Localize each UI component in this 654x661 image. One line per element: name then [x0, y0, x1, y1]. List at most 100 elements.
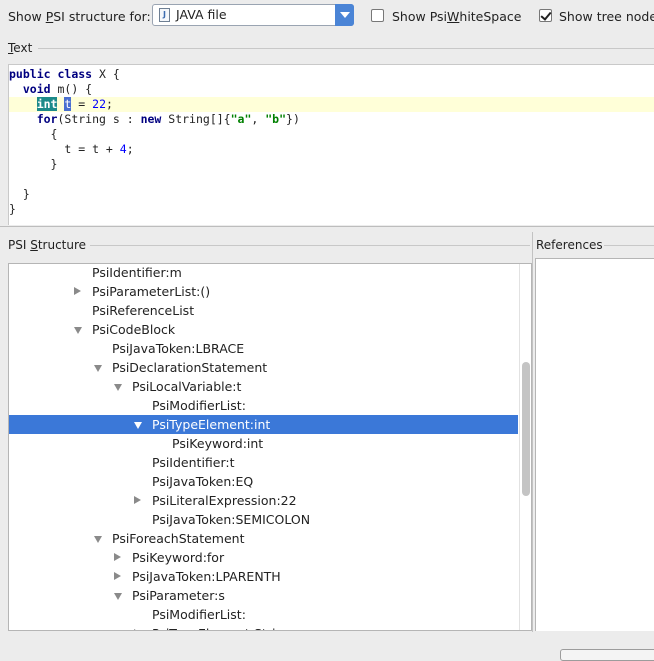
editor-splitter[interactable]: [0, 226, 654, 227]
show-tree-nodes-checkbox[interactable]: [539, 9, 552, 22]
tree-node-label: PsiForeachStatement: [112, 531, 245, 546]
keyword-token: new: [140, 112, 162, 126]
string-token: "a": [230, 112, 252, 126]
file-type-value: JAVA file: [176, 7, 227, 22]
tree-row[interactable]: PsiLocalVariable:t: [9, 377, 518, 396]
code-token: t = t +: [9, 142, 120, 156]
tree-node-label: PsiReferenceList: [92, 303, 195, 318]
tree-row[interactable]: PsiTypeElement:int: [9, 415, 518, 434]
keyword-token: for: [36, 112, 58, 126]
tree-node-label: PsiLocalVariable:t: [132, 379, 242, 394]
code-token: m() {: [50, 82, 93, 96]
tree-row[interactable]: PsiParameterList:(): [9, 282, 518, 301]
references-list[interactable]: [535, 258, 654, 631]
expanded-arrow-icon[interactable]: [114, 384, 122, 391]
code-token: ;: [106, 97, 113, 111]
tree-node-label: PsiCodeBlock: [92, 322, 176, 337]
number-token: 4: [119, 142, 127, 156]
expanded-arrow-icon[interactable]: [94, 365, 102, 372]
tree-node-label: PsiJavaToken:LPARENTH: [132, 569, 281, 584]
dialog-button[interactable]: [560, 649, 654, 661]
expanded-arrow-icon[interactable]: [94, 536, 102, 543]
tree-row[interactable]: PsiModifierList:: [9, 396, 518, 415]
collapsed-arrow-icon[interactable]: [114, 553, 121, 561]
expanded-arrow-icon[interactable]: [134, 422, 142, 429]
tree-node-label: PsiJavaToken:SEMICOLON: [152, 512, 311, 527]
java-file-icon: J: [159, 8, 170, 22]
panel-splitter[interactable]: [532, 232, 533, 632]
tree-node-label: PsiJavaToken:EQ: [152, 474, 254, 489]
code-token: X {: [92, 67, 120, 81]
tree-node-label: PsiLiteralExpression:22: [152, 493, 297, 508]
tree-row[interactable]: PsiCodeBlock: [9, 320, 518, 339]
tree-row[interactable]: PsiLiteralExpression:22: [9, 491, 518, 510]
expanded-arrow-icon[interactable]: [114, 593, 122, 600]
keyword-token: public: [9, 67, 51, 81]
references-label: References: [536, 238, 603, 252]
tree-node-label: PsiKeyword:for: [132, 550, 225, 565]
tree-row[interactable]: PsiReferenceList: [9, 301, 518, 320]
code-line[interactable]: }: [9, 202, 654, 217]
show-whitespace-checkbox[interactable]: [371, 9, 384, 22]
text-section-label: Text: [8, 41, 33, 55]
tree-row[interactable]: PsiParameter:s: [9, 586, 518, 605]
file-type-select[interactable]: J JAVA file: [152, 4, 354, 26]
code-line[interactable]: {: [9, 127, 654, 142]
tree-row[interactable]: PsiIdentifier:t: [9, 453, 518, 472]
tree-node-label: PsiParameterList:(): [92, 284, 211, 299]
code-line[interactable]: void m() {: [9, 82, 654, 97]
code-token: {: [9, 127, 58, 141]
tree-row[interactable]: PsiJavaToken:SEMICOLON: [9, 510, 518, 529]
code-line[interactable]: [9, 172, 654, 187]
code-line[interactable]: int t = 22;: [9, 97, 654, 112]
code-token: String[]{: [161, 112, 231, 126]
tree-node-label: PsiIdentifier:t: [152, 455, 235, 470]
psi-structure-for-label: Show PSI structure for:: [8, 9, 151, 24]
tree-node-label: PsiModifierList:: [152, 398, 246, 413]
code-editor[interactable]: public class X { void m() { int t = 22; …: [8, 64, 654, 225]
collapsed-arrow-icon[interactable]: [134, 629, 141, 630]
code-line[interactable]: for(String s : new String[]{"a", "b"}): [9, 112, 654, 127]
tree-scrollbar-thumb[interactable]: [522, 362, 530, 496]
code-line[interactable]: t = t + 4;: [9, 142, 654, 157]
tree-scrollbar[interactable]: [519, 264, 531, 630]
expanded-arrow-icon[interactable]: [74, 327, 82, 334]
code-token: ,: [251, 112, 266, 126]
code-token: (String s :: [57, 112, 141, 126]
tree-row[interactable]: PsiJavaToken:EQ: [9, 472, 518, 491]
tree-row[interactable]: PsiKeyword:for: [9, 548, 518, 567]
show-whitespace-label[interactable]: Show PsiWhiteSpace: [392, 8, 521, 26]
tree-row[interactable]: PsiForeachStatement: [9, 529, 518, 548]
chevron-down-icon[interactable]: [335, 4, 354, 26]
code-line[interactable]: }: [9, 187, 654, 202]
psi-tree[interactable]: PsiIdentifier:m PsiParameterList:() PsiRef…: [8, 263, 532, 631]
tree-row[interactable]: PsiTypeElement:String: [9, 624, 518, 630]
code-line[interactable]: public class X {: [9, 67, 654, 82]
tree-node-label: PsiModifierList:: [152, 607, 246, 622]
code-token: ;: [126, 142, 134, 156]
code-token: int: [36, 97, 58, 111]
tree-node-label: PsiDeclarationStatement: [112, 360, 268, 375]
tree-row[interactable]: PsiModifierList:: [9, 605, 518, 624]
code-token: }): [286, 112, 300, 126]
collapsed-arrow-icon[interactable]: [134, 496, 141, 504]
tree-row[interactable]: PsiDeclarationStatement: [9, 358, 518, 377]
tree-node-label: PsiKeyword:int: [172, 436, 264, 451]
show-tree-nodes-label[interactable]: Show tree node: [559, 8, 654, 26]
tree-row[interactable]: PsiKeyword:int: [9, 434, 518, 453]
code-line[interactable]: }: [9, 157, 654, 172]
text-section-divider: [38, 48, 654, 49]
tree-row[interactable]: PsiJavaToken:LBRACE: [9, 339, 518, 358]
collapsed-arrow-icon[interactable]: [114, 572, 121, 580]
code-token: }: [9, 157, 58, 171]
tree-node-label: PsiJavaToken:LBRACE: [112, 341, 245, 356]
tree-node-label: PsiTypeElement:int: [152, 417, 271, 432]
number-token: 22: [92, 97, 106, 111]
code-token: }: [9, 187, 30, 201]
tree-row[interactable]: PsiIdentifier:m: [9, 264, 518, 282]
tree-row[interactable]: PsiJavaToken:LPARENTH: [9, 567, 518, 586]
collapsed-arrow-icon[interactable]: [74, 287, 81, 295]
